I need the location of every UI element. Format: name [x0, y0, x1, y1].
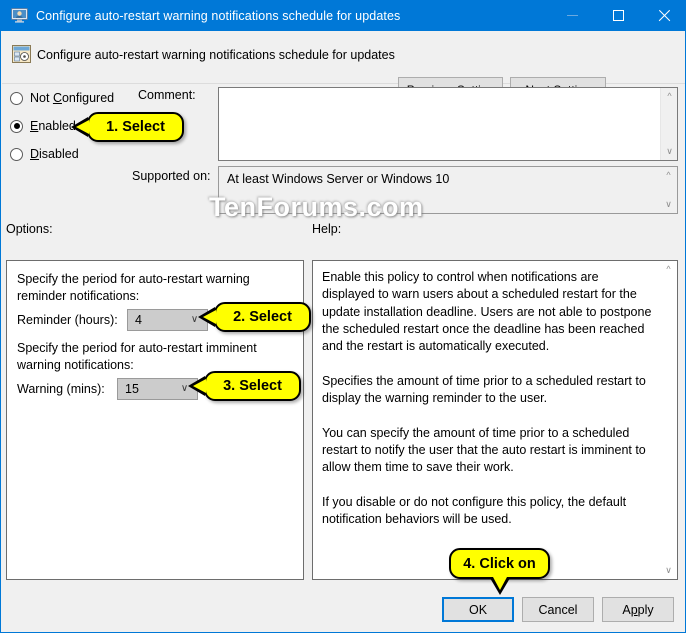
comment-scrollbar[interactable]: ^ ∨ [660, 88, 677, 160]
cancel-label: Cancel [538, 602, 578, 617]
apply-button[interactable]: Apply [602, 597, 674, 622]
computer-policy-icon [11, 8, 28, 23]
comment-label: Comment: [138, 88, 196, 102]
radio-label-enabled: Enabled [30, 119, 76, 133]
supported-on-value: At least Windows Server or Windows 10 [227, 172, 450, 186]
radio-disabled[interactable]: Disabled [10, 147, 79, 161]
reminder-label: Reminder (hours): [17, 313, 118, 327]
ok-button[interactable]: OK [442, 597, 514, 622]
group-policy-setting-dialog: Configure auto-restart warning notificat… [0, 0, 686, 633]
maximize-icon [612, 10, 624, 21]
warning-mins-value: 15 [125, 382, 139, 396]
chevron-down-icon[interactable]: ∨ [660, 196, 677, 213]
radio-label-not-configured: Not Configured [30, 91, 115, 105]
warning-description: Specify the period for auto-restart immi… [17, 341, 257, 372]
ok-label: OK [468, 602, 488, 617]
radio-label-disabled: Disabled [30, 147, 79, 161]
close-icon [657, 9, 671, 23]
reminder-hours-value: 4 [135, 313, 142, 327]
callout-select-enabled: 1. Select [87, 112, 184, 142]
minimize-icon [566, 15, 578, 16]
warning-mins-dropdown[interactable]: 15 ∨ [117, 378, 198, 400]
maximize-button[interactable] [595, 0, 641, 31]
radio-dot-disabled [10, 147, 23, 161]
callout-select-warning: 3. Select [204, 371, 301, 401]
reminder-hours-dropdown[interactable]: 4 ∨ [127, 309, 208, 331]
policy-setting-icon [12, 45, 31, 63]
setting-header: Configure auto-restart warning notificat… [2, 31, 685, 102]
supported-on-label: Supported on: [132, 169, 211, 183]
chevron-down-icon[interactable]: ∨ [660, 562, 677, 579]
help-panel: Enable this policy to control when notif… [312, 260, 678, 580]
radio-enabled[interactable]: Enabled [10, 119, 76, 133]
callout-click-ok: 4. Click on [449, 548, 550, 595]
chevron-up-icon[interactable]: ^ [661, 88, 678, 105]
cancel-button[interactable]: Cancel [522, 597, 594, 622]
reminder-description: Specify the period for auto-restart warn… [17, 272, 250, 303]
radio-dot-enabled [10, 119, 23, 133]
setting-title: Configure auto-restart warning notificat… [37, 48, 395, 62]
comment-input[interactable]: ^ ∨ [218, 87, 678, 161]
apply-label: Apply [622, 602, 654, 617]
options-label: Options: [6, 222, 53, 236]
supported-on-scrollbar[interactable]: ^ ∨ [660, 167, 677, 213]
warning-label: Warning (mins): [17, 382, 105, 396]
callout-select-reminder: 2. Select [214, 302, 311, 332]
chevron-up-icon[interactable]: ^ [660, 167, 677, 184]
window-title: Configure auto-restart warning notificat… [36, 8, 401, 23]
title-bar: Configure auto-restart warning notificat… [1, 0, 685, 31]
help-scrollbar[interactable]: ^ ∨ [660, 261, 677, 579]
chevron-up-icon[interactable]: ^ [660, 261, 677, 278]
minimize-button[interactable] [549, 0, 595, 31]
help-label: Help: [312, 222, 342, 236]
radio-not-configured[interactable]: Not Configured [10, 91, 114, 105]
close-button[interactable] [641, 0, 685, 31]
chevron-down-icon[interactable]: ∨ [661, 143, 678, 160]
radio-dot-not-configured [10, 91, 23, 105]
supported-on-field: At least Windows Server or Windows 10 ^ … [218, 166, 678, 214]
help-text: Enable this policy to control when notif… [322, 270, 652, 527]
